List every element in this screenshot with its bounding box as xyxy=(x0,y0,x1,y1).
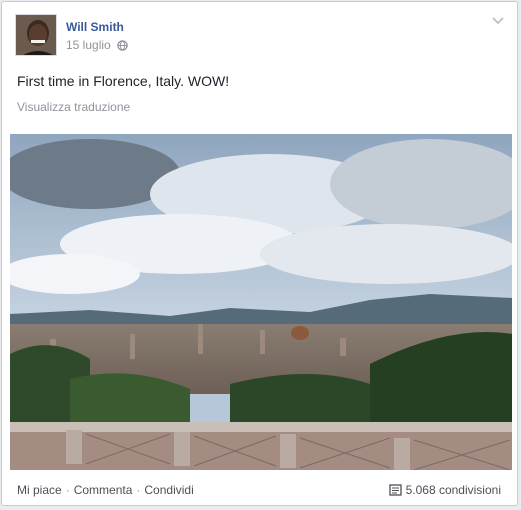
action-separator: · xyxy=(65,483,70,497)
share-count[interactable]: 5.068 condivisioni xyxy=(388,483,501,497)
like-link[interactable]: Mi piace xyxy=(17,483,62,497)
post-actions: Mi piace · Commenta · Condividi xyxy=(17,483,194,497)
globe-icon[interactable] xyxy=(116,39,128,51)
comment-link[interactable]: Commenta xyxy=(74,483,133,497)
author-name[interactable]: Will Smith xyxy=(66,20,124,34)
florence-panorama-image xyxy=(10,134,512,470)
post-date[interactable]: 15 luglio xyxy=(66,38,111,52)
avatar-image xyxy=(16,15,56,55)
share-icon xyxy=(388,484,402,496)
post-meta: 15 luglio xyxy=(66,38,128,52)
post-card: Will Smith 15 luglio First time in Flore… xyxy=(1,1,518,506)
post-photo[interactable] xyxy=(10,134,512,470)
translate-link[interactable]: Visualizza traduzione xyxy=(17,100,130,114)
chevron-down-icon[interactable] xyxy=(491,16,505,26)
share-link[interactable]: Condividi xyxy=(144,483,193,497)
post-text: First time in Florence, Italy. WOW! xyxy=(17,73,230,89)
action-separator: · xyxy=(136,483,141,497)
share-count-label: 5.068 condivisioni xyxy=(405,483,501,497)
avatar[interactable] xyxy=(15,14,57,56)
